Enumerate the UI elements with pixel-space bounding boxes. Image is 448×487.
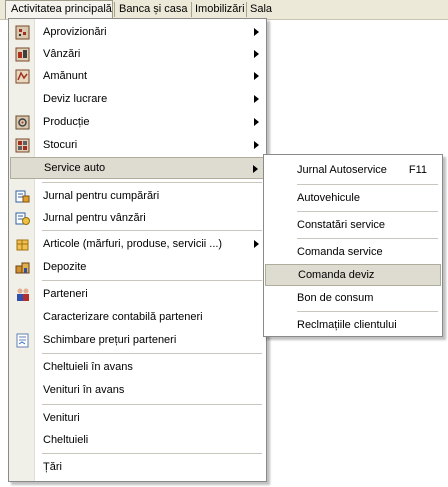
retail-icon: [10, 65, 34, 87]
submenu-item-jurnal-autoservice[interactable]: Jurnal Autoservice F11: [265, 159, 441, 181]
activitatea-principala-menu: Aprovizionări Vânzări Amănunt Deviz lucr…: [8, 18, 267, 482]
menu-separator: [42, 230, 262, 231]
menu-item-vanzari[interactable]: Vânzări: [10, 43, 265, 65]
sales-icon: [10, 43, 34, 65]
menu-item-aprovizionari[interactable]: Aprovizionări: [10, 21, 265, 43]
submenu-item-bon-de-consum[interactable]: Bon de consum: [265, 287, 441, 309]
menu-bar: Activitatea principală Banca și casa Imo…: [0, 0, 448, 20]
menu-separator: [42, 280, 262, 281]
menu-item-label: Venituri în avans: [43, 384, 125, 396]
menu-item-label: Cheltuieli: [43, 434, 89, 446]
menu-item-venituri-avans[interactable]: Venituri în avans: [10, 379, 265, 401]
menu-item-venituri[interactable]: Venituri: [10, 407, 265, 429]
menu-item-label: Schimbare prețuri parteneri: [43, 334, 177, 346]
menu-item-deviz-lucrare[interactable]: Deviz lucrare: [10, 88, 265, 110]
menu-item-label: Bon de consum: [297, 292, 374, 304]
menu-item-label: Jurnal Autoservice: [297, 164, 387, 176]
menu-item-label: Amănunt: [43, 70, 88, 82]
menu-item-service-auto[interactable]: Service auto: [10, 157, 265, 179]
menu-separator: [297, 238, 438, 239]
menu-item-jurnal-vanzari[interactable]: Jurnal pentru vânzări: [10, 207, 265, 229]
menu-item-label: Deviz lucrare: [43, 93, 108, 105]
menu-item-parteneri[interactable]: Parteneri: [10, 283, 265, 305]
menu-item-cheltuieli[interactable]: Cheltuieli: [10, 429, 265, 451]
menu-item-jurnal-cumparari[interactable]: Jurnal pentru cumpărări: [10, 185, 265, 207]
menu-item-label: Reclmațiile clientului: [297, 319, 397, 331]
menu-item-label: Comanda deviz: [298, 269, 375, 281]
menu-item-label: Vânzări: [43, 48, 81, 60]
menu-item-caracterizare-contabila[interactable]: Caracterizare contabilă parteneri: [10, 306, 265, 328]
menubar-imobilizari[interactable]: Imobilizări: [190, 0, 250, 19]
submenu-arrow-icon: [253, 165, 258, 173]
menu-item-label: Cheltuieli în avans: [43, 361, 133, 373]
menu-item-label: Service auto: [44, 162, 106, 174]
menu-item-label: Autovehicule: [297, 192, 360, 204]
purchase-journal-icon: [10, 185, 34, 207]
menu-item-label: Jurnal pentru cumpărări: [43, 190, 160, 202]
menu-item-label: Producție: [43, 116, 90, 128]
submenu-arrow-icon: [254, 72, 259, 80]
menu-item-schimbare-preturi[interactable]: Schimbare prețuri parteneri: [10, 329, 265, 351]
shortcut-label: F11: [408, 164, 427, 176]
articles-icon: [10, 233, 34, 255]
menu-item-productie[interactable]: Producție: [10, 111, 265, 133]
menu-separator: [42, 404, 262, 405]
submenu-item-comanda-deviz[interactable]: Comanda deviz: [265, 264, 441, 286]
menu-item-label: Articole (mărfuri, produse, servicii ...…: [43, 238, 223, 250]
menu-separator: [297, 311, 438, 312]
menu-item-label: Stocuri: [43, 139, 78, 151]
menu-item-label: Țări: [43, 461, 62, 473]
sales-journal-icon: [10, 207, 34, 229]
menubar-activitatea-principala[interactable]: Activitatea principală: [5, 0, 113, 19]
submenu-arrow-icon: [254, 141, 259, 149]
service-auto-submenu: Jurnal Autoservice F11 Autovehicule Cons…: [263, 154, 443, 337]
menu-item-label: Depozite: [43, 261, 87, 273]
submenu-arrow-icon: [254, 240, 259, 248]
menu-item-amanunt[interactable]: Amănunt: [10, 65, 265, 87]
menu-separator: [42, 353, 262, 354]
production-icon: [10, 111, 34, 133]
menubar-salarii[interactable]: Sala: [245, 0, 277, 19]
menu-item-label: Constatări service: [297, 219, 386, 231]
submenu-item-reclamatiile-clientului[interactable]: Reclmațiile clientului: [265, 314, 441, 336]
submenu-arrow-icon: [254, 28, 259, 36]
submenu-item-comanda-service[interactable]: Comanda service: [265, 241, 441, 263]
menu-item-label: Comanda service: [297, 246, 383, 258]
submenu-arrow-icon: [254, 50, 259, 58]
menu-item-label: Venituri: [43, 412, 80, 424]
menu-separator: [297, 211, 438, 212]
supply-icon: [10, 21, 34, 43]
menu-item-label: Parteneri: [43, 288, 88, 300]
menu-item-tari[interactable]: Țări: [10, 456, 265, 478]
submenu-item-constatari-service[interactable]: Constatări service: [265, 214, 441, 236]
submenu-arrow-icon: [254, 118, 259, 126]
menu-separator: [42, 453, 262, 454]
menu-item-label: Aprovizionări: [43, 26, 107, 38]
menu-item-cheltuieli-avans[interactable]: Cheltuieli în avans: [10, 356, 265, 378]
menu-item-label: Caracterizare contabilă parteneri: [43, 311, 203, 323]
menubar-banca-si-casa[interactable]: Banca și casa: [114, 0, 192, 19]
menu-item-articole[interactable]: Articole (mărfuri, produse, servicii ...…: [10, 233, 265, 255]
price-change-icon: [10, 329, 34, 351]
menu-separator: [42, 182, 262, 183]
stocks-icon: [10, 134, 34, 156]
partners-icon: [10, 283, 34, 305]
submenu-item-autovehicule[interactable]: Autovehicule: [265, 187, 441, 209]
menu-item-depozite[interactable]: Depozite: [10, 256, 265, 278]
warehouse-icon: [10, 256, 34, 278]
submenu-arrow-icon: [254, 95, 259, 103]
menu-separator: [297, 184, 438, 185]
menu-item-label: Jurnal pentru vânzări: [43, 212, 146, 224]
menu-item-stocuri[interactable]: Stocuri: [10, 134, 265, 156]
